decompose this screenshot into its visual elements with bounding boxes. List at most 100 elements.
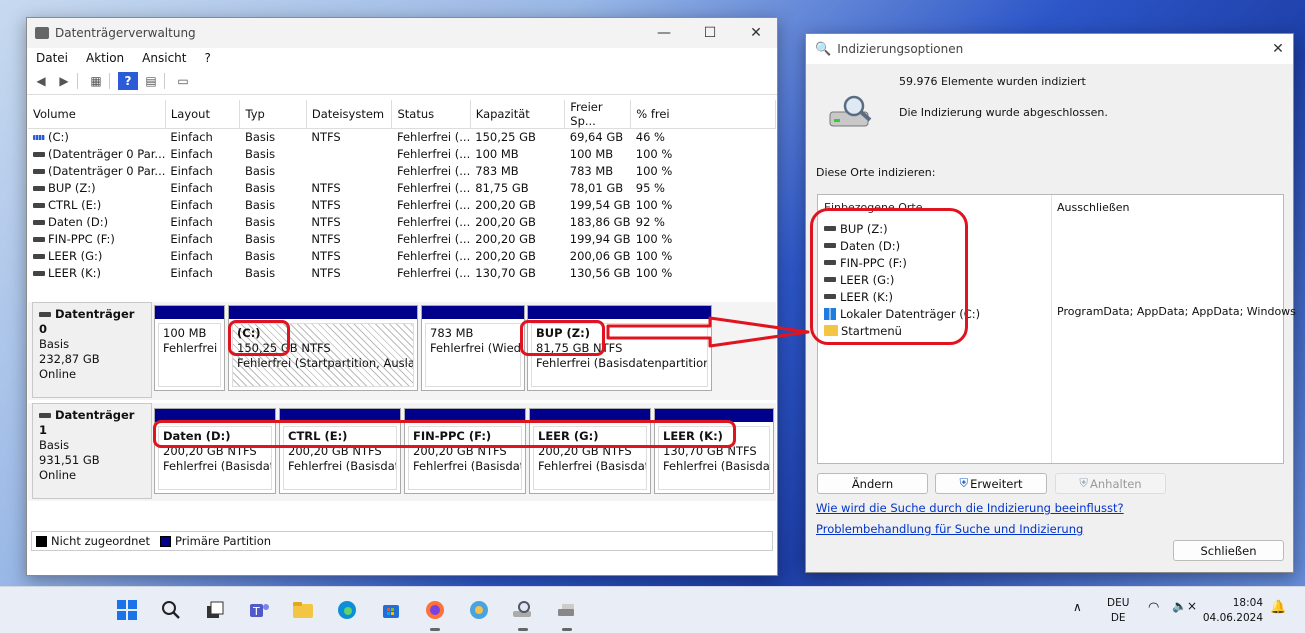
search-icon[interactable]: [158, 598, 184, 622]
partition-daten[interactable]: Daten (D:) 200,20 GB NTFS Fehlerfrei (Ba…: [154, 408, 276, 494]
location-item[interactable]: LEER (K:): [824, 288, 1050, 305]
table-cell: [306, 146, 392, 163]
location-item[interactable]: Lokaler Datenträger (C:): [824, 305, 1050, 322]
table-row[interactable]: (Datenträger 0 Par... Einfach Basis Fehlerf…: [28, 163, 776, 180]
partition-leer-g[interactable]: LEER (G:) 200,20 GB NTFS Fehlerfrei (Bas…: [529, 408, 651, 494]
advanced-button[interactable]: ⛨ Erweitert: [935, 473, 1047, 494]
table-row[interactable]: CTRL (E:) Einfach Basis NTFS Fehlerfrei (...…: [28, 197, 776, 214]
drive-icon: [33, 271, 45, 276]
partition-leer-k[interactable]: LEER (K:) 130,70 GB NTFS Fehlerfrei (Bas…: [654, 408, 774, 494]
col-prozent-frei[interactable]: % frei: [630, 100, 776, 129]
notification-bell-icon[interactable]: 🔔: [1270, 600, 1286, 615]
partition-bar: [155, 306, 224, 320]
table-row[interactable]: FIN-PPC (F:) Einfach Basis NTFS Fehlerfrei (…: [28, 231, 776, 248]
table-row[interactable]: BUP (Z:) Einfach Basis NTFS Fehlerfrei (... 8…: [28, 180, 776, 197]
system-drive-icon: [33, 135, 45, 141]
table-cell: Einfach: [170, 130, 213, 145]
partition-ctrl[interactable]: CTRL (E:) 200,20 GB NTFS Fehlerfrei (Bas…: [279, 408, 401, 494]
troubleshoot-link[interactable]: Problembehandlung für Suche und Indizier…: [816, 522, 1083, 536]
close-button[interactable]: ✕: [733, 18, 779, 48]
menu-aktion[interactable]: Aktion: [77, 51, 133, 65]
table-cell: 100 %: [635, 232, 673, 246]
table-cell: Basis: [244, 181, 276, 195]
table-cell: NTFS: [311, 198, 341, 212]
back-icon[interactable]: ◀: [31, 72, 51, 90]
table-cell: 100 MB: [475, 147, 519, 161]
table-row[interactable]: Daten (D:) Einfach Basis NTFS Fehlerfrei (..…: [28, 214, 776, 231]
partition-name: BUP (Z:): [536, 326, 590, 340]
close-dialog-button[interactable]: Schließen: [1173, 540, 1284, 561]
close-button[interactable]: ✕: [1261, 34, 1295, 64]
task-view-icon[interactable]: [202, 598, 228, 622]
search-help-link[interactable]: Wie wird die Suche durch die Indizierung…: [816, 501, 1124, 515]
partition-body: 783 MB Fehlerfrei (Wieder: [425, 323, 521, 387]
location-item[interactable]: Daten (D:): [824, 237, 1050, 254]
change-button[interactable]: Ändern: [817, 473, 928, 494]
col-typ[interactable]: Typ: [239, 100, 307, 129]
volume-cell: BUP (Z:): [28, 180, 165, 197]
locations-list[interactable]: Einbezogene Orte Ausschließen BUP (Z:) D…: [817, 194, 1296, 464]
clock[interactable]: 18:04 04.06.2024: [1200, 596, 1263, 626]
maximize-button[interactable]: ☐: [687, 18, 733, 48]
col-layout[interactable]: Layout: [165, 100, 241, 129]
drive-icon: [33, 220, 45, 225]
store-icon[interactable]: [378, 598, 404, 622]
file-explorer-icon[interactable]: [290, 598, 316, 622]
menu-help[interactable]: ?: [195, 51, 219, 65]
tray-chevron-icon[interactable]: ∧: [1073, 600, 1082, 614]
col-status[interactable]: Status: [391, 100, 471, 129]
location-item[interactable]: Startmenü: [824, 322, 1050, 339]
volume-muted-icon[interactable]: 🔈×: [1172, 599, 1197, 613]
table-cell: Einfach: [170, 215, 213, 229]
title-bar[interactable]: Datenträgerverwaltung — ☐ ✕: [27, 18, 777, 48]
partition-status: Fehlerfrei (Basisdater: [538, 459, 646, 473]
location-item[interactable]: FIN-PPC (F:): [824, 254, 1050, 271]
volume-cell: (Datenträger 0 Par...: [28, 163, 165, 180]
console-icon[interactable]: ▭: [173, 72, 193, 90]
table-cell: Basis: [244, 249, 276, 263]
menu-ansicht[interactable]: Ansicht: [133, 51, 195, 65]
location-item[interactable]: LEER (G:): [824, 271, 1050, 288]
drive-icon: [33, 237, 45, 242]
volume-name: BUP (Z:): [48, 181, 96, 195]
partition-fin-ppc[interactable]: FIN-PPC (F:) 200,20 GB NTFS Fehlerfrei (…: [404, 408, 526, 494]
drive-icon: [824, 277, 836, 282]
drive-icon: [33, 254, 45, 259]
advanced-label: Erweitert: [970, 476, 1023, 491]
table-row[interactable]: LEER (G:) Einfach Basis NTFS Fehlerfrei (...…: [28, 248, 776, 265]
col-freier-speicher[interactable]: Freier Sp...: [564, 100, 632, 129]
unallocated-swatch: [36, 535, 47, 547]
disk-management-taskbar-icon[interactable]: [554, 598, 580, 622]
minimize-button[interactable]: —: [641, 18, 687, 48]
help-icon[interactable]: ?: [118, 72, 138, 90]
properties-icon[interactable]: ▤: [141, 72, 161, 90]
shield-icon: ⛨: [1079, 476, 1089, 490]
col-kapazitaet[interactable]: Kapazität: [470, 100, 566, 129]
location-item[interactable]: BUP (Z:): [824, 220, 1050, 237]
col-volume[interactable]: Volume: [28, 100, 166, 129]
partition-c[interactable]: (C:) 150,25 GB NTFS Fehlerfrei (Startpar…: [228, 305, 418, 391]
indexing-taskbar-icon[interactable]: [510, 598, 536, 622]
settings-gear-icon[interactable]: [466, 598, 492, 622]
table-row[interactable]: (C:) Einfach Basis NTFS Fehlerfrei (... 150,2…: [28, 129, 776, 146]
teams-icon[interactable]: T: [246, 598, 272, 622]
partition-recovery[interactable]: 783 MB Fehlerfrei (Wieder: [421, 305, 525, 391]
table-cell: NTFS: [311, 130, 341, 145]
partition-recovery-small[interactable]: 100 MB Fehlerfrei (I: [154, 305, 225, 391]
table-row[interactable]: LEER (K:) Einfach Basis NTFS Fehlerfrei (...…: [28, 265, 776, 282]
disk-0-label[interactable]: Datenträger 0 Basis 232,87 GB Online: [32, 302, 152, 398]
pause-button[interactable]: ⛨ Anhalten: [1055, 473, 1166, 494]
edge-icon[interactable]: [334, 598, 360, 622]
disk-1-label[interactable]: Datenträger 1 Basis 931,51 GB Online: [32, 403, 152, 499]
wifi-icon[interactable]: ◠: [1148, 600, 1159, 615]
list-view-icon[interactable]: ▦: [86, 72, 106, 90]
forward-icon[interactable]: ▶: [54, 72, 74, 90]
title-bar[interactable]: 🔍 Indizierungsoptionen ✕: [806, 34, 1293, 64]
col-dateisystem[interactable]: Dateisystem: [306, 100, 393, 129]
start-icon[interactable]: [114, 598, 140, 622]
table-row[interactable]: (Datenträger 0 Par... Einfach Basis Fehlerf…: [28, 146, 776, 163]
firefox-icon[interactable]: [422, 598, 448, 622]
language-indicator[interactable]: DEU DE: [1107, 596, 1129, 626]
folder-icon: [824, 325, 838, 336]
menu-datei[interactable]: Datei: [27, 51, 77, 65]
